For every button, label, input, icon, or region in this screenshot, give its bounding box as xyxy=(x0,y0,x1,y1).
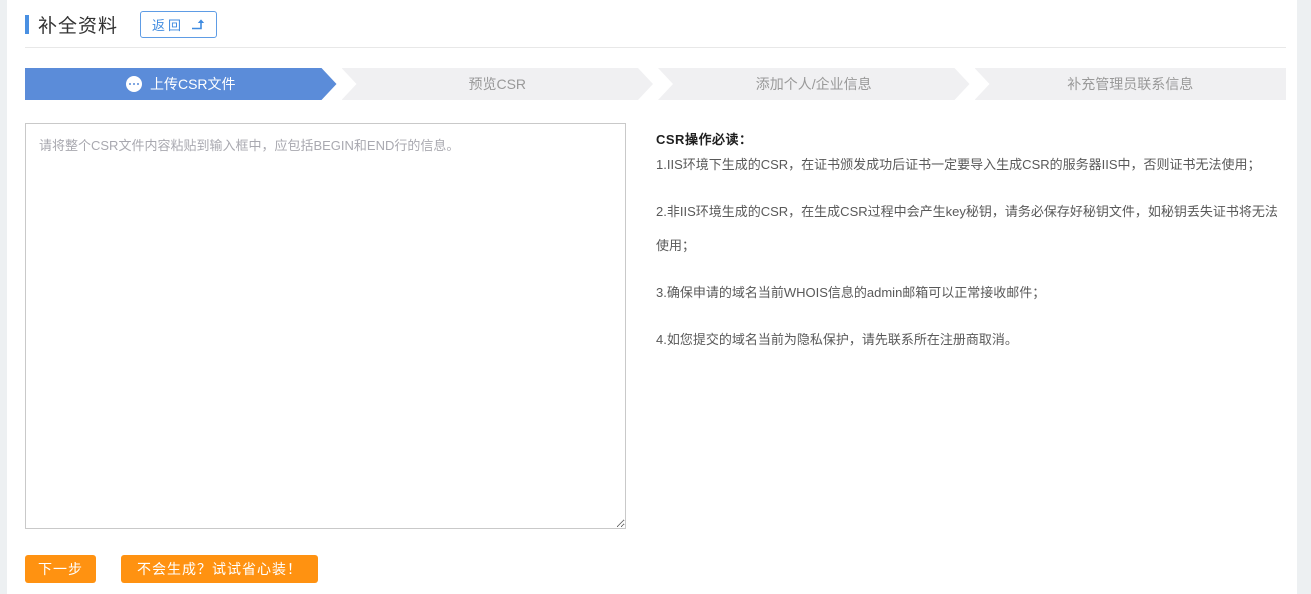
page-title: 补全资料 xyxy=(38,11,118,38)
content-card: 补全资料 返回 上传CSR文件 预览CSR 添加个人/企业信息 补充管理员联系信… xyxy=(7,0,1297,594)
footer-actions: 下一步 不会生成？试试省心装！ xyxy=(25,555,1286,583)
instruction-item: 4.如您提交的域名当前为隐私保护，请先联系所在注册商取消。 xyxy=(656,323,1281,357)
next-step-button[interactable]: 下一步 xyxy=(25,555,96,583)
instruction-item: 2.非IIS环境生成的CSR，在生成CSR过程中会产生key秘钥，请务必保存好秘… xyxy=(656,195,1281,263)
step-label: 补充管理员联系信息 xyxy=(1067,74,1193,94)
step-preview-csr: 预览CSR xyxy=(342,68,654,100)
main-content: CSR操作必读： 1.IIS环境下生成的CSR，在证书颁发成功后证书一定要导入生… xyxy=(25,123,1286,529)
back-button[interactable]: 返回 xyxy=(140,11,217,38)
csr-input[interactable] xyxy=(25,123,626,529)
step-label: 添加个人/企业信息 xyxy=(756,74,872,94)
page-header: 补全资料 返回 xyxy=(25,0,1286,36)
csr-instructions-panel: CSR操作必读： 1.IIS环境下生成的CSR，在证书颁发成功后证书一定要导入生… xyxy=(656,123,1281,529)
return-arrow-icon xyxy=(191,19,205,30)
easy-install-button[interactable]: 不会生成？试试省心装！ xyxy=(121,555,318,583)
step-wizard: 上传CSR文件 预览CSR 添加个人/企业信息 补充管理员联系信息 xyxy=(25,68,1286,100)
header-divider xyxy=(25,47,1286,48)
step-upload-csr: 上传CSR文件 xyxy=(25,68,337,100)
step-label: 上传CSR文件 xyxy=(150,74,236,94)
step-label: 预览CSR xyxy=(468,74,526,94)
ellipsis-icon xyxy=(126,76,142,92)
instruction-item: 1.IIS环境下生成的CSR，在证书颁发成功后证书一定要导入生成CSR的服务器I… xyxy=(656,148,1281,182)
instructions-heading: CSR操作必读： xyxy=(656,129,1281,148)
instruction-item: 3.确保申请的域名当前WHOIS信息的admin邮箱可以正常接收邮件； xyxy=(656,276,1281,310)
step-add-info: 添加个人/企业信息 xyxy=(658,68,970,100)
back-button-label: 返回 xyxy=(152,15,184,34)
title-accent-bar xyxy=(25,15,29,34)
step-admin-contact: 补充管理员联系信息 xyxy=(975,68,1287,100)
